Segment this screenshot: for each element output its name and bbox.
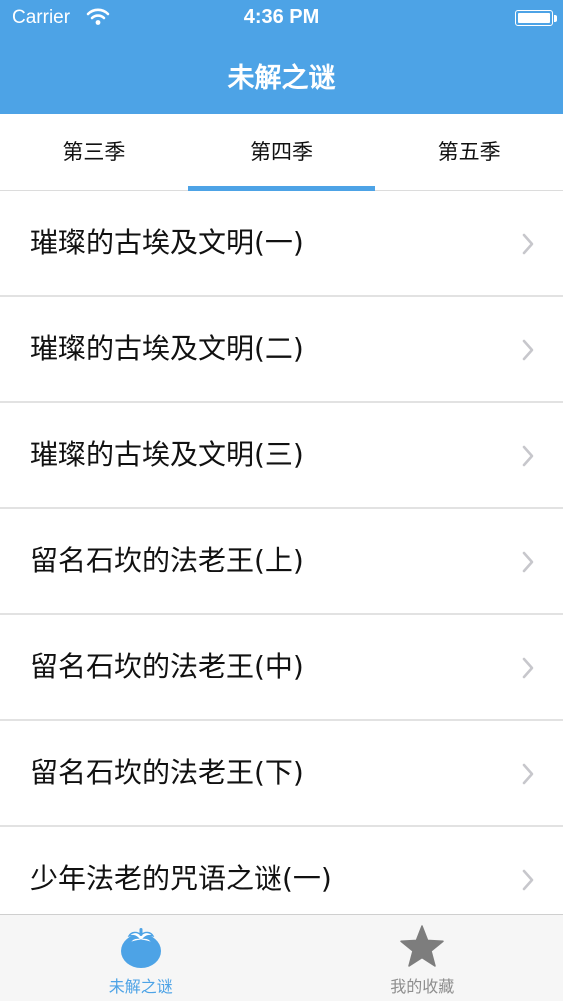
chevron-right-icon (521, 551, 535, 573)
tomato-icon (117, 923, 165, 971)
list-item-label: 留名石坎的法老王(中) (30, 615, 304, 719)
list-item-label: 留名石坎的法老王(下) (30, 721, 304, 825)
star-icon (398, 923, 446, 971)
chevron-right-icon (521, 445, 535, 467)
list-item[interactable]: 留名石坎的法老王(中) (0, 615, 563, 721)
tab-bar: 未解之谜 我的收藏 (0, 914, 563, 1001)
chevron-right-icon (521, 339, 535, 361)
chevron-right-icon (521, 763, 535, 785)
list-item[interactable]: 留名石坎的法老王(下) (0, 721, 563, 827)
list-item[interactable]: 留名石坎的法老王(上) (0, 509, 563, 615)
tab-season-5[interactable]: 第五季 (375, 114, 563, 190)
chevron-right-icon (521, 657, 535, 679)
list-item[interactable]: 璀璨的古埃及文明(一) (0, 191, 563, 297)
page-title: 未解之谜 (0, 56, 563, 95)
list-item[interactable]: 璀璨的古埃及文明(三) (0, 403, 563, 509)
chevron-right-icon (521, 233, 535, 255)
app-screen: Carrier 4:36 PM 未解之谜 第三季 第四季 第五季 璀璨的古埃及文… (0, 0, 563, 1000)
header: Carrier 4:36 PM 未解之谜 (0, 0, 563, 114)
tabbar-label-mysteries: 未解之谜 (0, 973, 282, 997)
tabbar-item-mysteries[interactable]: 未解之谜 (0, 915, 282, 1001)
chevron-right-icon (521, 869, 535, 891)
list-item-label: 少年法老的咒语之谜(一) (30, 827, 332, 915)
tab-season-3[interactable]: 第三季 (0, 114, 188, 190)
episode-list: 璀璨的古埃及文明(一) 璀璨的古埃及文明(二) 璀璨的古埃及文明(三) 留名石坎… (0, 191, 563, 915)
list-item-label: 留名石坎的法老王(上) (30, 509, 304, 613)
battery-level (518, 13, 550, 23)
tab-season-4[interactable]: 第四季 (188, 114, 376, 190)
battery-icon (515, 10, 553, 26)
list-item-label: 璀璨的古埃及文明(一) (30, 191, 304, 295)
status-time: 4:36 PM (0, 6, 563, 29)
list-item-label: 璀璨的古埃及文明(三) (30, 403, 304, 507)
list-item[interactable]: 璀璨的古埃及文明(二) (0, 297, 563, 403)
list-item[interactable]: 少年法老的咒语之谜(一) (0, 827, 563, 915)
season-tabs: 第三季 第四季 第五季 (0, 114, 563, 191)
tabbar-label-favorites: 我的收藏 (282, 973, 563, 997)
tabbar-item-favorites[interactable]: 我的收藏 (282, 915, 563, 1001)
battery-tip (554, 15, 557, 22)
list-item-label: 璀璨的古埃及文明(二) (30, 297, 304, 401)
status-bar: Carrier 4:36 PM (0, 0, 563, 38)
